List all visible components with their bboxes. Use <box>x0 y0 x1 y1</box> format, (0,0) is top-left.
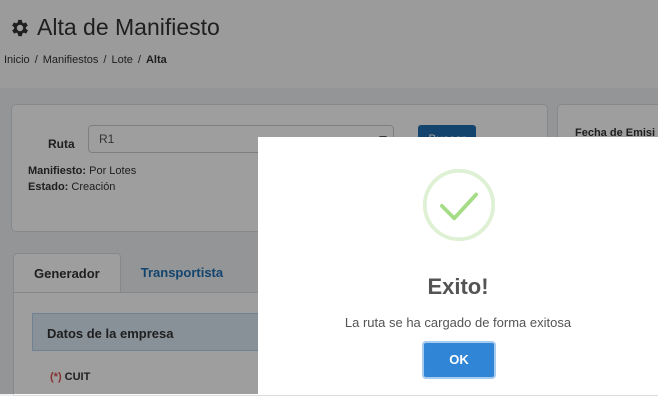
dialog-message: La ruta se ha cargado de forma exitosa <box>344 315 572 330</box>
dialog-title: Exito! <box>427 274 489 299</box>
success-dialog: Exito! La ruta se ha cargado de forma ex… <box>258 137 658 394</box>
checkmark-circle-icon <box>422 168 496 242</box>
ok-button[interactable]: OK <box>422 341 496 379</box>
